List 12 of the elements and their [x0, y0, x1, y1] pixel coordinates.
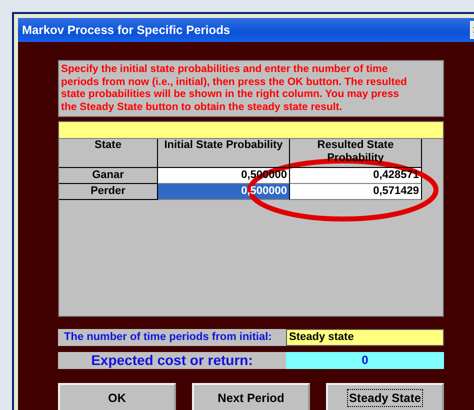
- table-cell: 0,571429: [290, 184, 422, 200]
- table-cell: 0,428571: [290, 168, 422, 184]
- cost-value: 0: [286, 352, 444, 369]
- dialog-button[interactable]: Steady State: [326, 383, 444, 410]
- cost-label: Expected cost or return:: [58, 352, 286, 369]
- window-title: Markov Process for Specific Periods: [22, 23, 230, 37]
- periods-label: The number of time periods from initial:: [58, 329, 286, 346]
- dialog-button[interactable]: Next Period: [192, 383, 310, 410]
- column-header: State: [59, 139, 158, 168]
- periods-field[interactable]: Steady state: [286, 329, 444, 346]
- instructions-text: Specify the initial state probabilities and enter the number of time periods from now (i.e., initial), then press the OK button. The resulted state probabilities will be shown in the right column. You may press the Steady State button to obtain the steady state result.: [58, 60, 444, 117]
- dialog-button[interactable]: OK: [58, 383, 176, 410]
